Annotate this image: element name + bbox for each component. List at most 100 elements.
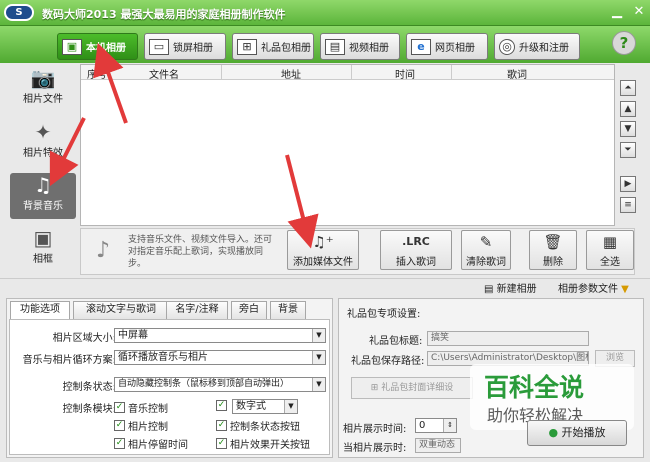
checkmark-icon: ✓ <box>114 402 125 413</box>
clear-lyrics-button[interactable]: ✎ 清除歌词 <box>461 230 511 270</box>
nav-photo-files[interactable]: 📷 相片文件 <box>10 66 76 112</box>
album-strip <box>0 278 650 296</box>
tab-upgrade-register[interactable]: ◎ 升级和注册 <box>494 33 580 60</box>
delete-button[interactable]: 🗑 删除 <box>529 230 577 270</box>
button-label: 全选 <box>600 257 620 268</box>
move-up-button[interactable]: ▲ <box>620 101 636 117</box>
add-music-icon: ♫⁺ <box>312 233 334 251</box>
button-label: 删除 <box>543 257 563 268</box>
stepper-value: 0 <box>419 420 426 431</box>
minimize-button[interactable]: ▁ <box>608 4 626 21</box>
insert-lyrics-button[interactable]: .LRC 插入歌词 <box>380 230 452 270</box>
tab-local-album[interactable]: ▣ 本机相册 <box>57 33 138 60</box>
gift-cover-settings-button[interactable]: ⊞ 礼品包封面详细设 <box>351 377 473 399</box>
checkmark-icon: ✓ <box>216 400 227 411</box>
checkmark-icon: ✓ <box>216 438 227 449</box>
checkmark-icon: ✓ <box>114 438 125 449</box>
checkbox-label: 相片停留时间 <box>128 440 188 451</box>
digit-style-checkbox[interactable]: ✓ <box>216 400 227 411</box>
close-button[interactable]: ✕ <box>630 4 648 21</box>
new-album-button[interactable]: ▤ 新建相册 <box>484 280 537 295</box>
music-note-icon: ♪ <box>96 238 111 263</box>
tab-lockscreen-album[interactable]: ▭ 锁屏相册 <box>144 33 226 60</box>
gift-icon: ⊞ <box>237 38 257 55</box>
photo-icon: ▣ <box>62 38 82 55</box>
tab-label: 本机相册 <box>86 43 126 54</box>
media-note: 支持音乐文件、视频文件导入。还可对指定音乐配上歌词，实现播放同步。 <box>128 235 273 269</box>
globe-icon: ◎ <box>499 38 515 55</box>
effect-toggle-checkbox[interactable]: ✓ 相片效果开关按钮 <box>216 436 310 451</box>
effects-icon: ✦ <box>34 120 52 144</box>
chevron-down-icon: ▼ <box>312 329 325 342</box>
photo-duration-checkbox[interactable]: ✓ 相片停留时间 <box>114 436 188 451</box>
current-show-select[interactable]: 双重动态 <box>415 438 461 453</box>
tab-background[interactable]: 背景 <box>270 301 306 319</box>
frame-icon: ▣ <box>33 226 53 250</box>
nav-photo-effects[interactable]: ✦ 相片特效 <box>10 120 76 166</box>
control-bar-state-select[interactable]: 自动隐藏控制条（鼠标移到顶部自动弹出） ▼ <box>114 377 326 392</box>
nav-frame[interactable]: ▣ 相框 <box>10 226 76 272</box>
options-body: 相片区域大小: 中屏幕 ▼ 音乐与相片循环方案: 循环播放音乐与相片 ▼ 控制条状态… <box>9 319 330 455</box>
gift-path-label: 礼品包保存路径: <box>351 356 425 367</box>
button-label: 清除歌词 <box>466 257 506 268</box>
nav-label: 相片文件 <box>23 94 63 105</box>
nav-label: 相片特效 <box>23 148 63 159</box>
watermark-title: 百科全说 <box>484 373 585 402</box>
checkbox-label: 控制条状态按钮 <box>230 422 300 433</box>
move-top-button[interactable]: ⏶ <box>620 80 636 96</box>
gift-icon: ⊞ <box>370 383 382 393</box>
tab-gift-album[interactable]: ⊞ 礼品包相册 <box>232 33 314 60</box>
play-button[interactable]: ▶ <box>620 176 636 192</box>
move-down-button[interactable]: ▼ <box>620 121 636 137</box>
tab-feature-options[interactable]: 功能选项 <box>10 301 70 320</box>
tab-label: 锁屏相册 <box>173 43 213 54</box>
play-icon: ● <box>548 426 562 439</box>
tab-name-notes[interactable]: 名字/注释 <box>166 301 228 319</box>
music-control-checkbox[interactable]: ✓ 音乐控制 <box>114 400 168 415</box>
checkbox-label: 相片控制 <box>128 422 168 433</box>
control-state-button-checkbox[interactable]: ✓ 控制条状态按钮 <box>216 418 300 433</box>
tab-video-album[interactable]: ▤ 视频相册 <box>320 33 400 60</box>
trash-icon: 🗑 <box>543 233 563 251</box>
tab-label: 礼品包相册 <box>261 43 311 54</box>
checkbox-label: 相片效果开关按钮 <box>230 440 310 451</box>
gift-title-input[interactable]: 搞笑 <box>427 331 589 346</box>
gift-settings-title: 礼品包专项设置: <box>347 309 421 320</box>
media-table[interactable]: 序号 文件名 地址 时间 歌词 <box>80 64 615 226</box>
app-logo-icon: S <box>4 4 34 21</box>
document-icon[interactable]: ≡ <box>620 197 636 213</box>
digit-style-select[interactable]: 数字式 ▼ <box>232 399 298 414</box>
album-params-label: 相册参数文件 <box>558 284 618 295</box>
chevron-down-icon: ▼ <box>284 400 297 413</box>
nav-background-music[interactable]: ♫ 背景音乐 <box>10 173 76 219</box>
button-label: 礼品包封面详细设 <box>381 383 454 393</box>
col-lyrics: 歌词 <box>507 70 527 81</box>
help-button[interactable]: ? <box>612 31 636 55</box>
photo-control-checkbox[interactable]: ✓ 相片控制 <box>114 418 168 433</box>
nav-label: 背景音乐 <box>23 201 63 212</box>
document-icon: ▤ <box>484 284 497 295</box>
col-path: 地址 <box>281 70 301 81</box>
loop-scheme-select[interactable]: 循环播放音乐与相片 ▼ <box>114 350 326 365</box>
start-playback-button[interactable]: ● 开始播放 <box>527 420 627 446</box>
checkmark-icon: ✓ <box>114 420 125 431</box>
album-params-button[interactable]: 相册参数文件 ▼ <box>558 280 629 295</box>
col-filename: 文件名 <box>149 70 179 81</box>
photo-time-stepper[interactable]: 0 ⇕ <box>415 418 457 433</box>
col-index: 序号 <box>87 70 107 81</box>
app-title: 数码大师2013 最强大最易用的家庭相册制作软件 <box>42 8 286 21</box>
tab-web-album[interactable]: e 网页相册 <box>406 33 488 60</box>
control-module-label: 控制条模块: <box>62 404 116 415</box>
eraser-icon: ✎ <box>479 233 493 251</box>
options-panel: 功能选项 滚动文字与歌词 名字/注释 旁白 背景 相片区域大小: 中屏幕 ▼ 音乐… <box>6 298 333 458</box>
add-media-button[interactable]: ♫⁺ 添加媒体文件 <box>287 230 359 270</box>
select-all-button[interactable]: ▦ 全选 <box>586 230 634 270</box>
control-bar-state-label: 控制条状态: <box>62 382 116 393</box>
loop-scheme-label: 音乐与相片循环方案: <box>22 355 116 366</box>
tab-scroll-text-lyrics[interactable]: 滚动文字与歌词 <box>73 301 169 319</box>
lrc-icon: .LRC <box>402 235 430 248</box>
current-show-label: 当相片展示时: <box>343 443 407 454</box>
move-bottom-button[interactable]: ⏷ <box>620 142 636 158</box>
area-size-select[interactable]: 中屏幕 ▼ <box>114 328 326 343</box>
tab-narration[interactable]: 旁白 <box>231 301 267 319</box>
